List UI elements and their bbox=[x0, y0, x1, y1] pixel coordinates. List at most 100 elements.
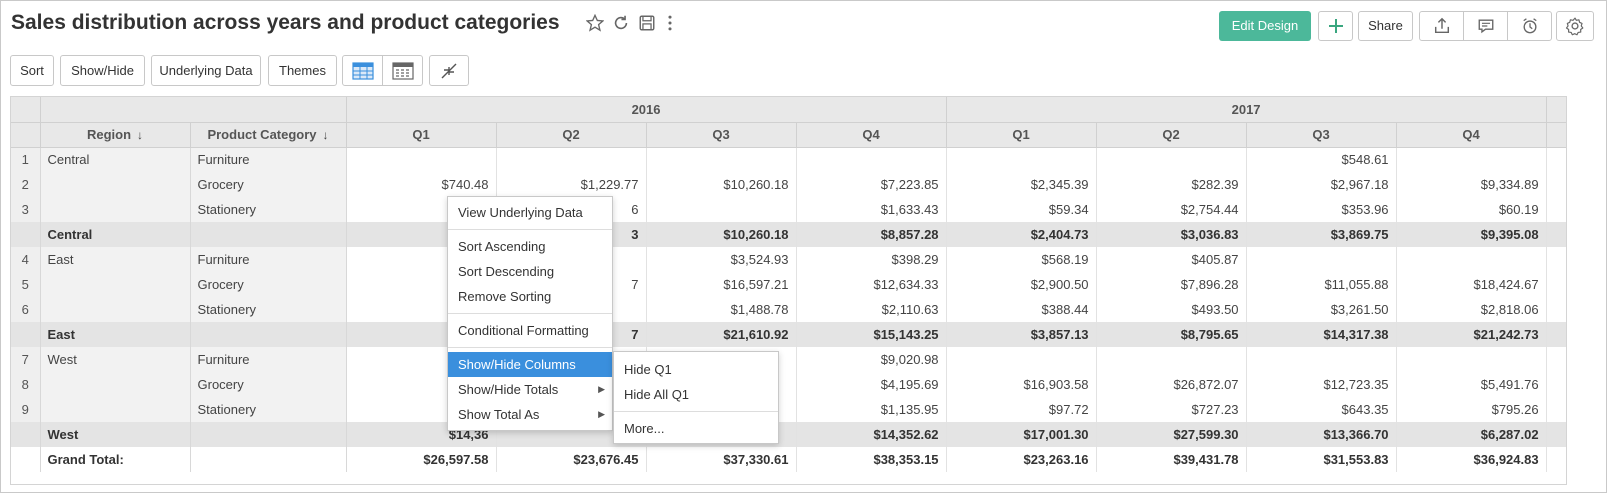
value-cell[interactable]: $2,345.39 bbox=[946, 172, 1097, 197]
value-cell[interactable]: $795.26 bbox=[1396, 397, 1547, 422]
year-header[interactable]: 2017 bbox=[946, 97, 1547, 123]
settings-button[interactable] bbox=[1556, 11, 1594, 41]
region-cell[interactable] bbox=[40, 372, 191, 397]
value-cell[interactable]: $727.23 bbox=[1096, 397, 1247, 422]
comment-icon[interactable] bbox=[1464, 12, 1508, 40]
quarter-header[interactable]: Q2 bbox=[496, 122, 647, 148]
value-cell[interactable]: $27,599.30 bbox=[1096, 422, 1247, 447]
region-cell[interactable] bbox=[40, 272, 191, 297]
value-cell[interactable]: $643.35 bbox=[1246, 397, 1397, 422]
value-cell[interactable]: $9,020.98 bbox=[796, 347, 947, 372]
region-cell[interactable]: East bbox=[40, 322, 191, 347]
star-icon[interactable] bbox=[585, 13, 605, 34]
value-cell[interactable]: $1,488.78 bbox=[646, 297, 797, 322]
value-cell[interactable] bbox=[1096, 147, 1247, 172]
sort-down-arrow-icon[interactable]: ↓ bbox=[137, 128, 143, 142]
more-vertical-icon[interactable] bbox=[660, 14, 680, 34]
value-cell[interactable]: $8,795.65 bbox=[1096, 322, 1247, 347]
region-cell[interactable]: West bbox=[40, 422, 191, 447]
value-cell[interactable] bbox=[646, 197, 797, 222]
value-cell[interactable]: $26,872.07 bbox=[1096, 372, 1247, 397]
submenu-item-more[interactable]: More... bbox=[614, 416, 778, 441]
category-cell[interactable]: Furniture bbox=[190, 347, 347, 372]
quarter-header[interactable]: Q4 bbox=[1396, 122, 1547, 148]
value-cell[interactable]: $97.72 bbox=[946, 397, 1097, 422]
value-cell[interactable]: $740.48 bbox=[346, 172, 497, 197]
alarm-icon[interactable] bbox=[1508, 12, 1551, 40]
value-cell[interactable]: $13,366.70 bbox=[1246, 422, 1397, 447]
value-cell[interactable]: $2,818.06 bbox=[1396, 297, 1547, 322]
value-cell[interactable] bbox=[1396, 147, 1547, 172]
value-cell[interactable]: $3,869.75 bbox=[1246, 222, 1397, 247]
category-cell[interactable]: Grocery bbox=[190, 272, 347, 297]
value-cell[interactable]: $12,723.35 bbox=[1246, 372, 1397, 397]
value-cell[interactable]: $1,229.77 bbox=[496, 172, 647, 197]
region-cell[interactable] bbox=[40, 297, 191, 322]
value-cell[interactable]: $36,924.83 bbox=[1396, 447, 1547, 472]
value-cell[interactable]: $2,110.63 bbox=[796, 297, 947, 322]
value-cell[interactable]: $11,055.88 bbox=[1246, 272, 1397, 297]
edit-design-button[interactable]: Edit Design bbox=[1219, 11, 1311, 41]
value-cell[interactable]: $5,491.76 bbox=[1396, 372, 1547, 397]
value-cell[interactable]: $21,242.73 bbox=[1396, 322, 1547, 347]
value-cell[interactable]: $15,143.25 bbox=[796, 322, 947, 347]
value-cell[interactable]: $3,261.50 bbox=[1246, 297, 1397, 322]
value-cell[interactable]: $21,610.92 bbox=[646, 322, 797, 347]
compact-view-icon[interactable] bbox=[383, 56, 422, 85]
category-cell[interactable]: Stationery bbox=[190, 397, 347, 422]
menu-item-view-underlying-data[interactable]: View Underlying Data bbox=[448, 200, 612, 225]
value-cell[interactable]: $12,634.33 bbox=[796, 272, 947, 297]
value-cell[interactable]: $16,597.21 bbox=[646, 272, 797, 297]
collapse-button[interactable] bbox=[429, 55, 469, 86]
menu-item-show-hide-columns[interactable]: Show/Hide Columns bbox=[448, 352, 612, 377]
value-cell[interactable] bbox=[1396, 247, 1547, 272]
refresh-icon[interactable] bbox=[611, 14, 631, 34]
value-cell[interactable]: $31,553.83 bbox=[1246, 447, 1397, 472]
value-cell[interactable]: $7,223.85 bbox=[796, 172, 947, 197]
value-cell[interactable]: $1,135.95 bbox=[796, 397, 947, 422]
value-cell[interactable]: $548.61 bbox=[1246, 147, 1397, 172]
value-cell[interactable]: $2,754.44 bbox=[1096, 197, 1247, 222]
value-cell[interactable]: $2,900.50 bbox=[946, 272, 1097, 297]
quarter-header[interactable]: Q2 bbox=[1096, 122, 1247, 148]
value-cell[interactable]: $405.87 bbox=[1096, 247, 1247, 272]
value-cell[interactable]: $16,903.58 bbox=[946, 372, 1097, 397]
value-cell[interactable]: $6,287.02 bbox=[1396, 422, 1547, 447]
quarter-header[interactable]: Q1 bbox=[946, 122, 1097, 148]
region-cell[interactable] bbox=[40, 197, 191, 222]
save-icon[interactable] bbox=[637, 14, 657, 34]
value-cell[interactable] bbox=[646, 147, 797, 172]
sort-button[interactable]: Sort bbox=[10, 55, 54, 86]
value-cell[interactable] bbox=[946, 347, 1097, 372]
quarter-header[interactable]: Q4 bbox=[796, 122, 947, 148]
category-cell[interactable] bbox=[190, 422, 347, 447]
value-cell[interactable]: $60.19 bbox=[1396, 197, 1547, 222]
region-cell[interactable]: West bbox=[40, 347, 191, 372]
sort-down-arrow-icon[interactable]: ↓ bbox=[323, 128, 329, 142]
menu-item-sort-ascending[interactable]: Sort Ascending bbox=[448, 234, 612, 259]
value-cell[interactable]: $38,353.15 bbox=[796, 447, 947, 472]
menu-item-show-total-as[interactable]: Show Total As ▶ bbox=[448, 402, 612, 427]
category-cell[interactable]: Furniture bbox=[190, 147, 347, 172]
value-cell[interactable] bbox=[496, 147, 647, 172]
value-cell[interactable]: $14,352.62 bbox=[796, 422, 947, 447]
region-cell[interactable]: Central bbox=[40, 222, 191, 247]
submenu-item-hide-all-q1[interactable]: Hide All Q1 bbox=[614, 382, 778, 407]
value-cell[interactable] bbox=[346, 147, 497, 172]
value-cell[interactable]: $493.50 bbox=[1096, 297, 1247, 322]
value-cell[interactable] bbox=[1396, 347, 1547, 372]
table-view-icon[interactable] bbox=[343, 56, 383, 85]
value-cell[interactable] bbox=[1246, 347, 1397, 372]
value-cell[interactable]: $9,395.08 bbox=[1396, 222, 1547, 247]
value-cell[interactable]: $59.34 bbox=[946, 197, 1097, 222]
value-cell[interactable]: $8,857.28 bbox=[796, 222, 947, 247]
value-cell[interactable] bbox=[946, 147, 1097, 172]
underlying-data-button[interactable]: Underlying Data bbox=[151, 55, 261, 86]
value-cell[interactable] bbox=[796, 147, 947, 172]
value-cell[interactable]: $10,260.18 bbox=[646, 222, 797, 247]
value-cell[interactable] bbox=[1096, 347, 1247, 372]
value-cell[interactable]: $2,967.18 bbox=[1246, 172, 1397, 197]
submenu-item-hide-q1[interactable]: Hide Q1 bbox=[614, 357, 778, 382]
value-cell[interactable]: $23,676.45 bbox=[496, 447, 647, 472]
value-cell[interactable]: $568.19 bbox=[946, 247, 1097, 272]
